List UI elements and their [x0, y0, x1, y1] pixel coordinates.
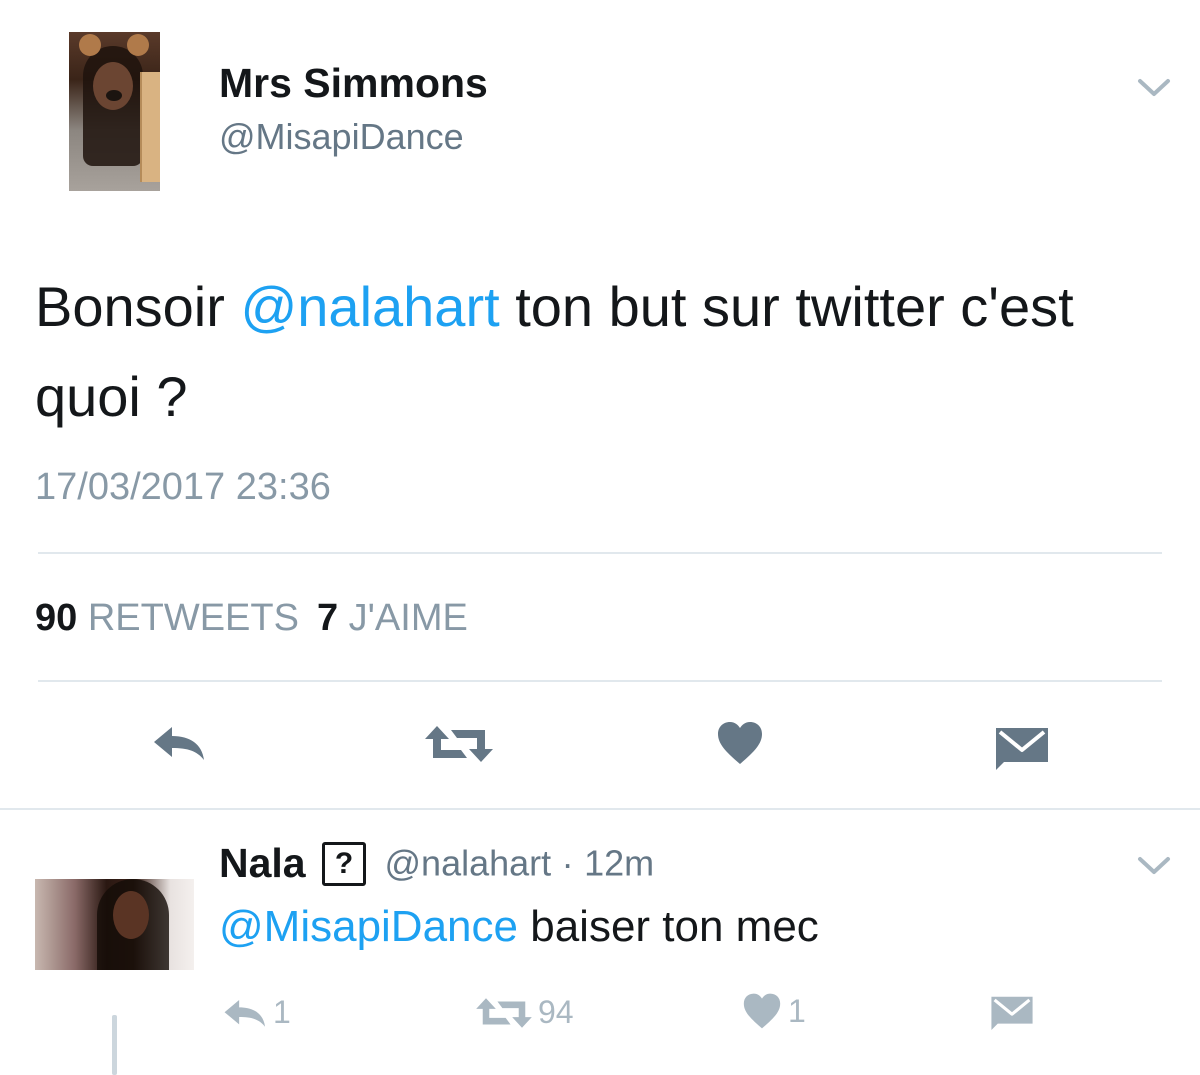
- avatar-face: [113, 891, 149, 939]
- question-badge-icon: ?: [322, 841, 367, 886]
- retweet-count: 94: [538, 994, 574, 1030]
- reply-icon: [224, 999, 266, 1027]
- tweet-timestamp: 17/03/2017 23:36: [35, 466, 331, 508]
- reply-retweet-action[interactable]: 94: [476, 994, 574, 1031]
- reply-text: @MisapiDance baiser ton mec: [219, 902, 819, 952]
- avatar-background-door: [140, 72, 160, 182]
- retweets-label[interactable]: RETWEETS: [88, 597, 299, 639]
- like-count: 1: [788, 992, 806, 1029]
- heart-icon: [743, 993, 781, 1029]
- message-icon[interactable]: [996, 722, 1048, 770]
- chevron-down-icon[interactable]: [1137, 78, 1171, 98]
- retweets-count[interactable]: 90: [35, 597, 77, 639]
- author-avatar[interactable]: [69, 32, 160, 191]
- likes-count[interactable]: 7: [317, 597, 338, 639]
- reply-author-avatar[interactable]: [35, 879, 194, 970]
- reply-message-action[interactable]: [991, 992, 1033, 1030]
- tweet-text: Bonsoir @nalahart ton but sur twitter c'…: [35, 262, 1175, 442]
- reply-body: baiser ton mec: [518, 902, 819, 951]
- reply-mention-link[interactable]: @MisapiDance: [219, 902, 518, 951]
- heart-icon[interactable]: [716, 720, 764, 766]
- chevron-down-icon[interactable]: [1137, 856, 1171, 876]
- reply-header: Nala ? @nalahart · 12m: [219, 840, 654, 887]
- filter-nose: [106, 90, 122, 101]
- filter-ear-left: [79, 34, 101, 56]
- separator-dot: ·: [561, 842, 574, 884]
- tweet-text-start: Bonsoir: [35, 275, 241, 338]
- reply-icon[interactable]: [150, 722, 206, 764]
- retweet-icon[interactable]: [425, 722, 493, 766]
- likes-label[interactable]: J'AIME: [349, 597, 468, 639]
- mention-link[interactable]: @nalahart: [240, 275, 499, 338]
- reply-count: 1: [273, 994, 291, 1030]
- reply-reply-action[interactable]: 1: [221, 994, 291, 1031]
- reply-author-handle[interactable]: @nalahart: [385, 843, 552, 884]
- reply-time: 12m: [584, 842, 655, 884]
- author-display-name[interactable]: Mrs Simmons: [219, 60, 488, 107]
- avatar-face: [93, 62, 133, 110]
- retweet-icon: [476, 997, 532, 1028]
- reply-author-name[interactable]: Nala: [219, 840, 306, 886]
- tweet-separator: [0, 808, 1200, 810]
- divider: [38, 680, 1162, 682]
- reply-like-action[interactable]: 1: [742, 992, 806, 1030]
- divider: [38, 552, 1162, 554]
- message-icon: [991, 996, 1033, 1030]
- filter-ear-right: [127, 34, 149, 56]
- author-handle[interactable]: @MisapiDance: [219, 116, 464, 158]
- tweet-stats: 90 RETWEETS 7 J'AIME: [35, 597, 468, 640]
- thread-connector-line: [112, 1015, 117, 1075]
